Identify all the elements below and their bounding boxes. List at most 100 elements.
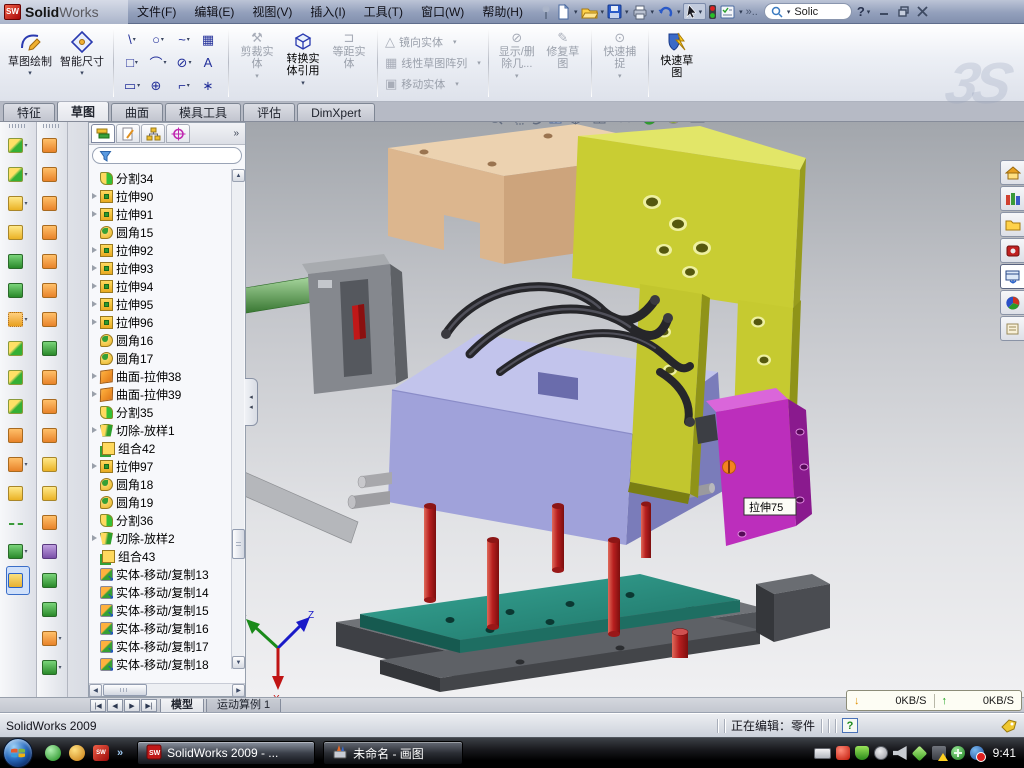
design-library-tab[interactable] [1000, 186, 1024, 211]
trim-entities-button[interactable]: ⚒ 剪裁实体 ▾ [234, 27, 280, 99]
sketch-entity-button[interactable]: ▦▾ [197, 28, 223, 51]
toolbar-button[interactable]: ▾ [42, 276, 61, 305]
toolbar-button[interactable]: ▾ [42, 131, 61, 160]
taskbar-clock[interactable]: 9:41 [993, 746, 1016, 760]
toolbar-button[interactable]: ▾ [8, 276, 27, 305]
sketch-entity-button[interactable]: ∗▾ [197, 74, 223, 97]
part-red-cylinder[interactable] [672, 629, 688, 659]
toolbar-button[interactable]: ▾ [42, 508, 61, 537]
command-tab[interactable]: 曲面 [111, 103, 163, 121]
expand-arrow-icon[interactable] [92, 463, 97, 469]
feature-tree-item[interactable]: 实体-移动/复制13 [89, 565, 231, 583]
tab-nav-button[interactable]: ▶ [124, 699, 140, 712]
toolbar-button[interactable]: ▾ [42, 450, 61, 479]
filter-input[interactable] [92, 147, 242, 164]
help-button[interactable]: ? [857, 4, 865, 19]
part-gray-block[interactable] [302, 254, 408, 394]
command-tab[interactable]: 草图 [57, 101, 109, 121]
expand-arrow-icon[interactable] [92, 427, 97, 433]
tray-icon[interactable] [874, 746, 888, 760]
expand-arrow-icon[interactable] [92, 193, 97, 199]
expand-arrow-icon[interactable] [92, 283, 97, 289]
toolbar-button[interactable]: ▾ [42, 624, 61, 653]
toolbar-button[interactable]: ▾ [8, 363, 27, 392]
toolbar-button[interactable]: ▾ [8, 392, 27, 421]
scroll-up-button[interactable]: ▲ [232, 169, 245, 182]
panel-splitter-handle[interactable]: ◂◂ [245, 378, 258, 426]
open-icon[interactable] [580, 3, 599, 21]
command-tab[interactable]: 模具工具 [165, 103, 241, 121]
feature-tree-item[interactable]: 实体-移动/复制16 [89, 619, 231, 637]
toolbar-button[interactable]: ▾ [6, 566, 29, 595]
toolbar-button[interactable]: ▾ [8, 218, 27, 247]
part-magenta-block[interactable] [706, 388, 812, 546]
toolbar-button[interactable]: ▾ [42, 160, 61, 189]
sketch-entity-button[interactable]: ~▾ [171, 28, 197, 51]
search-input[interactable]: ▾ Solic [764, 3, 852, 20]
smart-dimension-button[interactable]: 智能尺寸 ▾ [56, 27, 108, 99]
configuration-manager-tab[interactable] [141, 124, 165, 143]
menu-item[interactable]: 工具(T) [355, 0, 412, 24]
menu-item[interactable]: 视图(V) [243, 0, 301, 24]
feature-tree-item[interactable]: 实体-移动/复制18 [89, 655, 231, 673]
sketch-entity-button[interactable]: □▾ [119, 51, 145, 74]
pin-icon[interactable] [538, 3, 554, 21]
toolbar-button[interactable]: ▾ [8, 131, 27, 160]
more-tools-label[interactable]: ».. [745, 5, 759, 19]
toolbar-button[interactable]: ▾ [8, 247, 27, 276]
offset-entities-button[interactable]: ⊐ 等距实体 [326, 27, 372, 99]
toolbar-button[interactable]: ▾ [42, 479, 61, 508]
tray-icon[interactable] [951, 746, 965, 760]
toolbar-button[interactable]: ▾ [8, 305, 27, 334]
model-tab[interactable]: 模型 [160, 699, 204, 713]
expand-arrow-icon[interactable] [92, 373, 97, 379]
scroll-down-button[interactable]: ▼ [232, 656, 245, 669]
toolbar-button[interactable]: ▾ [42, 537, 61, 566]
move-entities-button[interactable]: ▣移动实体▾ [383, 75, 483, 93]
sketch-entity-button[interactable]: ○▾ [145, 28, 171, 51]
start-button[interactable] [3, 738, 33, 768]
quick-tips-button[interactable]: ? [842, 718, 858, 733]
feature-tree-item[interactable]: 实体-移动/复制15 [89, 601, 231, 619]
toolbar-button[interactable]: ▾ [42, 392, 61, 421]
tray-icon[interactable] [836, 746, 850, 760]
toolbar-button[interactable]: ▾ [8, 189, 27, 218]
scroll-right-button[interactable]: ▶ [232, 684, 245, 697]
taskbar-window-solidworks[interactable]: SW SolidWorks 2009 - ... [137, 741, 315, 765]
toolbar-button[interactable]: ▾ [42, 189, 61, 218]
sketch-button[interactable]: 草图绘制 ▾ [4, 27, 56, 99]
tab-nav-button[interactable]: |◀ [90, 699, 106, 712]
design-checker-icon[interactable] [719, 3, 737, 21]
toolbar-grip[interactable] [9, 124, 27, 128]
feature-tree-item[interactable]: 拉伸91 [89, 205, 231, 223]
model-tab[interactable]: 运动算例 1 [206, 699, 281, 713]
feature-tree-item[interactable]: 曲面-拉伸39 [89, 385, 231, 403]
toolbar-button[interactable]: ▾ [42, 247, 61, 276]
sketch-entity-button[interactable]: ⊘▾ [171, 51, 197, 74]
save-icon[interactable] [606, 3, 623, 21]
feature-tree-item[interactable]: 曲面-拉伸38 [89, 367, 231, 385]
quick-launch-launcher-icon[interactable] [69, 745, 85, 761]
toolbar-button[interactable]: ▾ [9, 508, 27, 537]
undo-icon[interactable] [656, 3, 675, 21]
traffic-light-icon[interactable] [707, 3, 718, 21]
tree-vertical-scrollbar[interactable]: ▲ ▼ [231, 169, 244, 669]
expand-arrow-icon[interactable] [92, 319, 97, 325]
sketch-entity-button[interactable]: ⊕▾ [145, 74, 171, 97]
feature-tree-item[interactable]: 组合43 [89, 547, 231, 565]
feature-tree-item[interactable]: 分割34 [89, 169, 231, 187]
feature-tree-item[interactable]: 拉伸97 [89, 457, 231, 475]
tree-overflow-button[interactable]: » [233, 128, 243, 139]
toolbar-button[interactable]: ▾ [42, 595, 61, 624]
feature-tree-item[interactable]: 拉伸93 [89, 259, 231, 277]
view-palette-tab[interactable] [1000, 264, 1024, 289]
restore-button[interactable] [898, 6, 909, 17]
dimxpert-manager-tab[interactable] [166, 124, 190, 143]
menu-item[interactable]: 编辑(E) [185, 0, 243, 24]
toolbar-button[interactable]: ▾ [8, 160, 27, 189]
feature-tree-item[interactable]: 拉伸90 [89, 187, 231, 205]
feature-manager-tab[interactable] [91, 124, 115, 143]
part-gray-arm[interactable] [233, 470, 358, 543]
command-tab[interactable]: 评估 [243, 103, 295, 121]
expand-arrow-icon[interactable] [92, 265, 97, 271]
